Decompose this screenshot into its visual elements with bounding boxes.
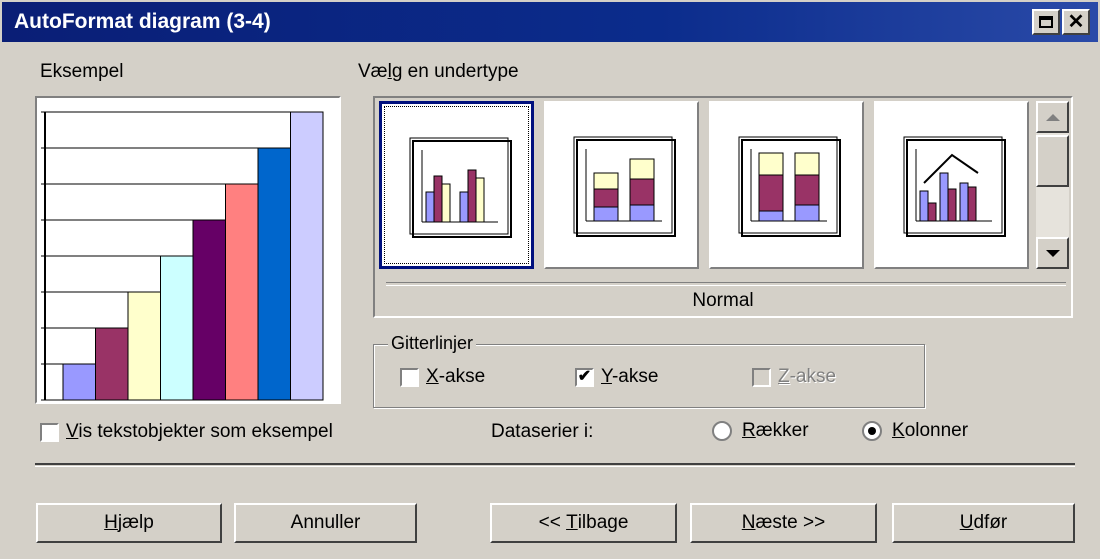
z-axis-checkbox[interactable]: Z-akse: [752, 366, 836, 388]
back-button[interactable]: << Tilbage: [490, 503, 677, 543]
percent-stacked-chart-icon: [738, 136, 841, 237]
button-separator: [35, 463, 1075, 467]
cancel-button[interactable]: Annuller: [234, 503, 417, 543]
z-axis-check-box[interactable]: [752, 367, 771, 387]
close-button[interactable]: ✕: [1062, 9, 1090, 35]
show-text-checkbox[interactable]: Vis tekstobjekter som eksempel: [40, 421, 333, 443]
stacked-chart-icon: [573, 136, 676, 237]
subtype-percent-stacked[interactable]: [709, 101, 864, 269]
window-title: AutoFormat diagram (3-4): [14, 10, 271, 33]
maximize-icon: [1039, 16, 1053, 28]
rows-radio[interactable]: Rækker: [712, 420, 809, 442]
preview-bar: [160, 255, 194, 401]
close-icon: ✕: [1067, 11, 1085, 33]
preview-bar: [62, 363, 96, 401]
x-axis-checkbox[interactable]: X-akse: [400, 366, 485, 388]
scroll-down-button[interactable]: [1036, 237, 1069, 269]
arrow-down-icon: [1045, 249, 1060, 257]
title-bar: AutoFormat diagram (3-4) ✕: [2, 2, 1098, 42]
preview-chart: [35, 96, 341, 404]
dataseries-label: Dataserier i:: [491, 421, 594, 442]
preview-bar: [127, 291, 161, 401]
checkmark-icon: ✔: [577, 368, 592, 385]
subtype-line-column[interactable]: [874, 101, 1029, 269]
scroll-thumb[interactable]: [1036, 135, 1069, 187]
columns-radio[interactable]: Kolonner: [862, 420, 968, 442]
preview-bar: [257, 147, 291, 401]
next-button[interactable]: Næste >>: [690, 503, 877, 543]
preview-bar: [192, 219, 226, 401]
radio-dot-icon: [868, 427, 876, 435]
y-axis-checkbox[interactable]: ✔ Y-akse: [575, 366, 658, 388]
subtype-scrollbar[interactable]: [1036, 101, 1069, 269]
scroll-up-button[interactable]: [1036, 101, 1069, 133]
line-column-chart-icon: [903, 136, 1006, 237]
arrow-up-icon: [1045, 113, 1060, 121]
preview-bar: [225, 183, 259, 401]
subtype-divider: [386, 282, 1066, 286]
subtype-normal[interactable]: [379, 101, 534, 269]
preview-chart-svg: [41, 111, 324, 401]
subtype-name: Normal: [692, 290, 754, 311]
x-axis-check-box[interactable]: [400, 367, 419, 387]
show-text-check-box[interactable]: [40, 422, 59, 442]
preview-bar: [290, 111, 324, 401]
subtype-stacked[interactable]: [544, 101, 699, 269]
gridlines-label: Gitterlinjer: [388, 333, 477, 354]
columns-radio-button[interactable]: [862, 421, 882, 441]
preview-label: Eksempel: [40, 61, 124, 82]
finish-button[interactable]: Udfør: [892, 503, 1075, 543]
help-button[interactable]: Hjælp: [36, 503, 222, 543]
normal-chart-icon: [409, 137, 512, 238]
rows-radio-button[interactable]: [712, 421, 732, 441]
preview-bar: [95, 327, 129, 401]
y-axis-check-box[interactable]: ✔: [575, 367, 594, 387]
subtype-label: Vælg en undertype: [358, 61, 519, 82]
maximize-button[interactable]: [1032, 9, 1060, 35]
